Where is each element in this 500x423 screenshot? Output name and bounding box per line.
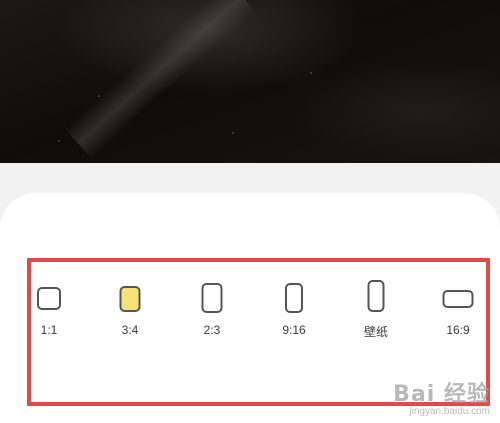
ratio-option-wallpaper[interactable]: 壁纸	[346, 278, 406, 340]
ratio-option-9-16[interactable]: 9:16	[264, 278, 324, 340]
ratio-label-9-16: 9:16	[282, 323, 306, 337]
portrait-3-4-ratio-icon	[119, 286, 141, 312]
ratio-label-2-3: 2:3	[203, 323, 221, 337]
wallpaper-ratio-icon	[367, 280, 385, 312]
ratio-option-1-1[interactable]: 1:1	[19, 278, 79, 340]
photo-speck	[98, 95, 100, 97]
portrait-9-16-ratio-icon	[285, 283, 303, 313]
ratio-option-16-9[interactable]: 16:9	[428, 278, 488, 340]
ratio-label-3-4: 3:4	[121, 323, 139, 337]
watermark: Bai 经验 jingyan.baidu.com	[393, 376, 490, 417]
ratio-option-3-4[interactable]: 3:4	[100, 278, 160, 340]
ratio-label-1-1: 1:1	[40, 323, 58, 337]
ratio-option-2-3[interactable]: 2:3	[182, 278, 242, 340]
watermark-brand: Bai 经验	[393, 382, 490, 407]
photo-highlight-streak	[64, 0, 256, 159]
ratio-label-16-9: 16:9	[446, 323, 470, 337]
photo-speck	[232, 132, 234, 134]
landscape-16-9-ratio-icon	[442, 290, 474, 308]
photo-speck	[58, 140, 60, 142]
square-ratio-icon	[37, 287, 61, 310]
ratio-label-wallpaper: 壁纸	[363, 325, 388, 339]
photo-speck	[310, 72, 312, 74]
photo-preview	[0, 0, 500, 163]
portrait-2-3-ratio-icon	[201, 283, 223, 313]
